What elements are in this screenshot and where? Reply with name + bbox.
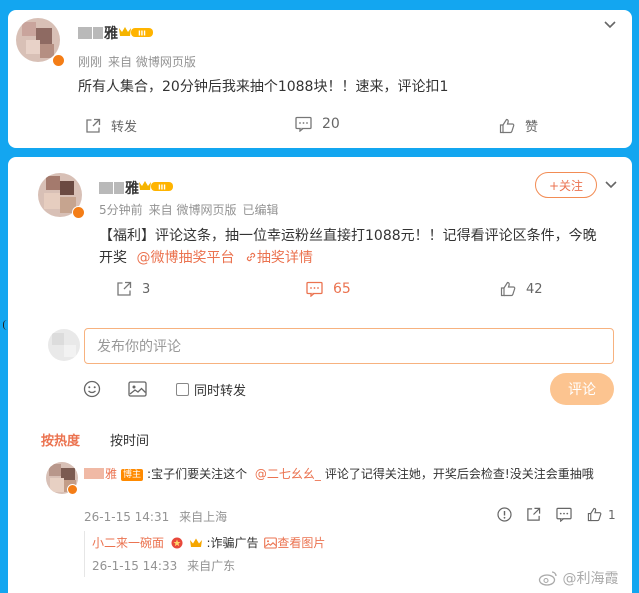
image-icon[interactable] xyxy=(128,380,147,398)
post-meta: 5分钟前 来自 微博网页版 已编辑 xyxy=(99,201,284,218)
reply-author[interactable]: 小二来一碗面 xyxy=(92,536,164,550)
like-count: 42 xyxy=(526,281,543,297)
repost-checkbox-label[interactable]: 同时转发 xyxy=(194,380,246,399)
comment-button[interactable]: 65 xyxy=(306,281,351,297)
comment-line: 雅博主:宝子们要关注这个 @二七幺幺_ 评论了记得关注她，开奖后会检查!没关注会重… xyxy=(84,465,594,482)
view-image-link[interactable]: 查看图片 xyxy=(264,536,325,550)
post-time[interactable]: 刚刚 xyxy=(78,55,102,69)
comment-like-button[interactable]: 1 xyxy=(587,507,616,522)
comment-author[interactable]: 雅 xyxy=(105,467,117,481)
comment-icon xyxy=(295,116,312,132)
comment-text-suffix: 评论了记得关注她，开奖后会检查!没关注会重抽哦 xyxy=(324,467,594,481)
like-label: 赞 xyxy=(525,120,539,135)
author-badge: 博主 xyxy=(121,469,144,481)
edited-label[interactable]: 已编辑 xyxy=(242,203,278,217)
like-button[interactable]: 42 xyxy=(500,281,543,297)
post-card-1: 雅 III 刚刚 来自 微博网页版 所有人集合，20分钟后我来抽个1088块！！速… xyxy=(8,10,632,148)
svg-text:III: III xyxy=(138,30,146,38)
post-time[interactable]: 5分钟前 xyxy=(99,203,143,217)
comment-input[interactable]: 发布你的评论 xyxy=(84,328,614,364)
author-name[interactable]: 雅 xyxy=(78,23,118,43)
comment-count: 65 xyxy=(333,281,351,297)
reply-location: 来自广东 xyxy=(187,559,236,573)
tab-sort-time[interactable]: 按时间 xyxy=(110,430,149,449)
post-text-prefix: 开奖 xyxy=(99,250,127,266)
member-crown-icon: III xyxy=(139,181,173,192)
author-name[interactable]: 雅 xyxy=(99,178,139,198)
current-user-avatar xyxy=(48,329,80,361)
comment-icon xyxy=(306,281,323,297)
post-meta: 刚刚 来自 微博网页版 xyxy=(78,53,202,70)
post-text: 所有人集合，20分钟后我来抽个1088块！！速来，评论扣1 xyxy=(78,79,449,95)
post-card-2: 雅 III 5分钟前 来自 微博网页版 已编辑 +关注 【福利】评论这条，抽一位幸运… xyxy=(8,157,632,593)
chevron-down-icon[interactable] xyxy=(603,177,619,193)
svg-text:III: III xyxy=(158,184,166,192)
chevron-down-icon[interactable] xyxy=(602,17,618,33)
repost-button[interactable]: 转发 xyxy=(85,116,137,135)
lottery-detail-link[interactable]: 抽奖详情 xyxy=(245,250,313,266)
reply-divider xyxy=(84,531,85,577)
link-icon xyxy=(246,252,256,262)
weibo-logo-icon xyxy=(538,571,557,586)
repost-count: 3 xyxy=(142,281,151,297)
comment-button[interactable]: 20 xyxy=(295,116,340,132)
repost-checkbox[interactable] xyxy=(176,383,189,396)
comment-input-placeholder: 发布你的评论 xyxy=(97,339,181,355)
thumbs-up-icon xyxy=(587,507,602,522)
watermark: @利海霞 xyxy=(538,568,618,588)
emoji-icon[interactable] xyxy=(83,380,101,398)
report-icon[interactable] xyxy=(497,507,512,522)
post-source: 来自 微博网页版 xyxy=(148,203,237,217)
reply-time: 26-1-15 14:33 xyxy=(92,559,178,573)
comment-mention[interactable]: @二七幺幺_ xyxy=(255,467,321,481)
edge-mark xyxy=(3,320,7,330)
comment-time: 26-1-15 14:31 xyxy=(84,510,170,524)
tab-sort-hot[interactable]: 按热度 xyxy=(41,430,80,449)
comment-count: 20 xyxy=(322,116,340,132)
crown-icon xyxy=(189,538,202,547)
comment-meta: 26-1-15 14:31 来自上海 xyxy=(84,508,227,525)
comment-location: 来自上海 xyxy=(179,510,228,524)
post-text-line1: 【福利】评论这条，抽一位幸运粉丝直接打1088元！！记得看评论区条件，今晚 xyxy=(99,228,597,244)
repost-label: 转发 xyxy=(111,120,138,135)
comment-like-count: 1 xyxy=(608,507,616,522)
reply-text: :诈骗广告 xyxy=(206,536,259,550)
reply-comment-icon[interactable] xyxy=(556,507,572,522)
post-source: 来自 微博网页版 xyxy=(108,55,196,69)
badge-icon xyxy=(171,537,183,549)
comment-text-prefix: :宝子们要关注这个 xyxy=(147,467,248,481)
reply-meta: 26-1-15 14:33 来自广东 xyxy=(92,557,235,574)
reply-line: 小二来一碗面 :诈骗广告 查看图片 xyxy=(92,534,325,551)
verified-badge-icon xyxy=(67,484,78,495)
thumbs-up-icon xyxy=(500,281,516,297)
repost-button[interactable]: 3 xyxy=(116,281,150,297)
image-icon xyxy=(264,537,278,549)
mention-link[interactable]: @微博抽奖平台 xyxy=(136,250,234,266)
post-text-line2: 开奖 @微博抽奖平台 抽奖详情 xyxy=(99,246,313,270)
verified-badge-icon xyxy=(72,206,85,219)
follow-button[interactable]: +关注 xyxy=(535,172,597,198)
repost-icon[interactable] xyxy=(526,507,541,522)
repost-icon xyxy=(86,118,101,133)
like-button[interactable]: 赞 xyxy=(499,116,538,135)
verified-badge-icon xyxy=(52,54,65,67)
repost-icon xyxy=(117,281,132,296)
comment-submit-button[interactable]: 评论 xyxy=(550,373,614,405)
member-crown-icon: III xyxy=(119,27,153,38)
thumbs-up-icon xyxy=(499,118,515,133)
